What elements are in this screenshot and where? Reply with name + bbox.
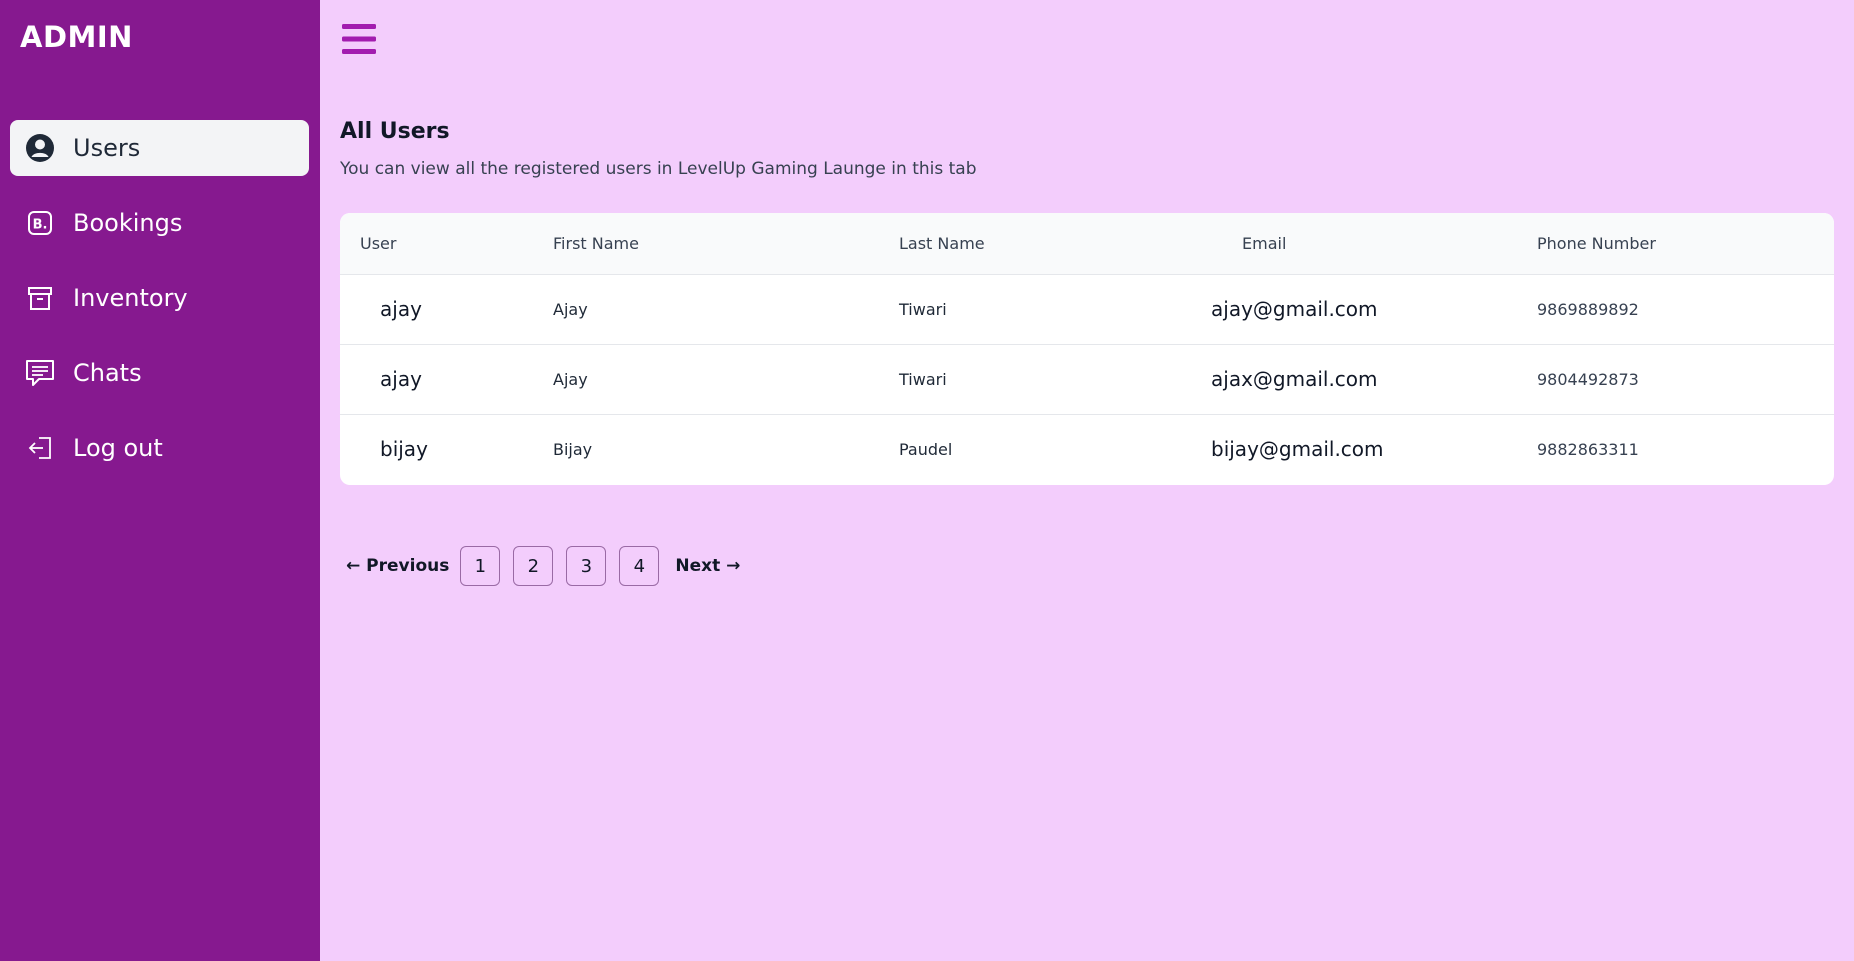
page-title: All Users bbox=[340, 119, 450, 144]
previous-page-link[interactable]: ← Previous bbox=[346, 556, 449, 576]
column-header-last-name: Last Name bbox=[899, 213, 1211, 275]
pagination: ← Previous 1 2 3 4 Next → bbox=[340, 546, 740, 586]
column-header-user: User bbox=[340, 213, 553, 275]
cell-phone: 9804492873 bbox=[1537, 369, 1639, 389]
cell-first-name: Bijay bbox=[553, 439, 593, 459]
page-subtitle: You can view all the registered users in… bbox=[340, 159, 977, 179]
svg-text:B.: B. bbox=[33, 218, 48, 233]
table-header-row: User First Name Last Name Email Phone Nu… bbox=[340, 213, 1834, 275]
cell-email: ajay@gmail.com bbox=[1211, 297, 1378, 321]
cell-last-name: Tiwari bbox=[899, 369, 947, 389]
next-page-link[interactable]: Next → bbox=[675, 556, 740, 576]
sidebar-item-label: Bookings bbox=[73, 209, 183, 237]
bookings-icon: B. bbox=[24, 207, 56, 239]
cell-last-name: Tiwari bbox=[899, 299, 947, 319]
column-header-phone: Phone Number bbox=[1537, 213, 1834, 275]
page-button-1[interactable]: 1 bbox=[460, 546, 501, 586]
cell-first-name: Ajay bbox=[553, 299, 588, 319]
cell-phone: 9869889892 bbox=[1537, 299, 1639, 319]
sidebar-item-label: Users bbox=[73, 134, 141, 162]
chat-icon bbox=[24, 357, 56, 389]
table-row[interactable]: bijay Bijay Paudel bijay@gmail.com 98828… bbox=[340, 414, 1834, 484]
users-table: User First Name Last Name Email Phone Nu… bbox=[340, 213, 1834, 485]
table-row[interactable]: ajay Ajay Tiwari ajay@gmail.com 98698898… bbox=[340, 274, 1834, 344]
table-row[interactable]: ajay Ajay Tiwari ajax@gmail.com 98044928… bbox=[340, 344, 1834, 414]
page-button-3[interactable]: 3 bbox=[566, 546, 607, 586]
cell-email: bijay@gmail.com bbox=[1211, 437, 1384, 462]
archive-icon bbox=[24, 282, 56, 314]
cell-user: bijay bbox=[380, 437, 428, 462]
brand-title: ADMIN bbox=[20, 20, 133, 54]
main-content: All Users You can view all the registere… bbox=[320, 0, 1854, 961]
cell-phone: 9882863311 bbox=[1537, 439, 1639, 459]
sidebar-item-bookings[interactable]: B. Bookings bbox=[10, 195, 309, 251]
cell-first-name: Ajay bbox=[553, 369, 588, 389]
sidebar-item-label: Chats bbox=[73, 359, 142, 387]
sidebar-item-chats[interactable]: Chats bbox=[10, 345, 309, 401]
page-button-4[interactable]: 4 bbox=[619, 546, 660, 586]
sidebar-item-users[interactable]: Users bbox=[10, 120, 309, 176]
sidebar-item-label: Inventory bbox=[73, 284, 188, 312]
cell-last-name: Paudel bbox=[899, 439, 953, 459]
sidebar: ADMIN Users B. Bookings Inventory Chats … bbox=[0, 0, 320, 961]
column-header-first-name: First Name bbox=[553, 213, 899, 275]
cell-email: ajax@gmail.com bbox=[1211, 367, 1378, 391]
cell-user: ajay bbox=[380, 367, 422, 391]
cell-user: ajay bbox=[380, 297, 422, 321]
logout-icon bbox=[24, 432, 56, 464]
column-header-email: Email bbox=[1211, 213, 1537, 275]
page-button-2[interactable]: 2 bbox=[513, 546, 554, 586]
sidebar-item-logout[interactable]: Log out bbox=[10, 420, 309, 476]
sidebar-item-inventory[interactable]: Inventory bbox=[10, 270, 309, 326]
sidebar-item-label: Log out bbox=[73, 434, 163, 462]
user-circle-icon bbox=[24, 132, 56, 164]
hamburger-icon[interactable] bbox=[340, 22, 378, 56]
